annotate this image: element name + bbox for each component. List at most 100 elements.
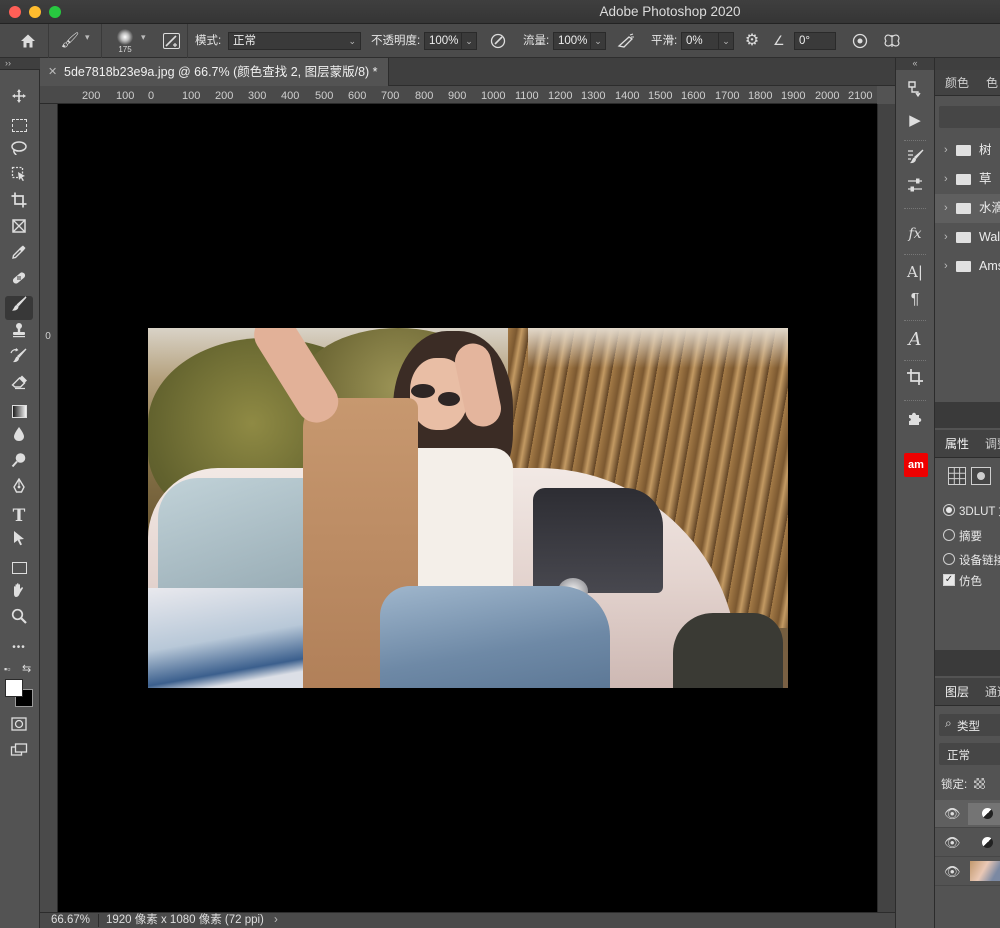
tab-color[interactable]: 颜色 <box>935 71 969 95</box>
move-tool-icon[interactable] <box>5 88 33 112</box>
blend-mode-select[interactable]: 正常 <box>939 743 1000 765</box>
crop-panel-icon[interactable] <box>902 368 928 394</box>
paragraph-panel-icon[interactable]: ¶ <box>902 287 928 313</box>
pressure-size-icon[interactable] <box>849 30 871 52</box>
folder-label: Wal <box>979 230 1000 244</box>
crop-tool-icon[interactable] <box>5 192 33 216</box>
actions-play-icon[interactable]: ▶ <box>902 108 928 134</box>
object-select-tool-icon[interactable] <box>5 166 33 190</box>
eraser-tool-icon[interactable] <box>5 374 33 398</box>
tab-swatches[interactable]: 色 <box>976 71 998 95</box>
ruler-tick-label: 1500 <box>648 90 673 102</box>
divider <box>48 24 49 58</box>
library-search-input[interactable] <box>939 106 1000 128</box>
lock-transparent-icon[interactable] <box>974 778 985 789</box>
layer-styles-fx-icon[interactable]: fx <box>902 221 928 247</box>
panel-collapse-toggle[interactable]: « <box>896 58 934 70</box>
adjustment-grid-icon[interactable] <box>948 467 966 485</box>
frame-tool-icon[interactable] <box>5 218 33 242</box>
eye-icon[interactable]: 👁 <box>944 835 961 851</box>
chevron-down-icon[interactable]: ▾ <box>85 32 90 43</box>
radio-3dlut[interactable] <box>943 504 955 516</box>
history-brush-tool-icon[interactable] <box>5 348 33 372</box>
layer-mask-icon[interactable] <box>971 467 991 485</box>
type-tool-icon[interactable]: T <box>5 504 33 528</box>
panel-collapse-toggle[interactable]: ›› <box>0 58 40 70</box>
zoom-tool-icon[interactable] <box>5 608 33 632</box>
plugin-puzzle-icon[interactable] <box>902 409 928 435</box>
mode-select[interactable]: 正常 ⌄ <box>228 32 361 50</box>
library-folder-row-selected[interactable]: › 水滴 <box>935 194 1000 223</box>
glyphs-panel-icon[interactable]: A <box>902 327 928 353</box>
dither-checkbox[interactable]: ✓ <box>943 574 955 586</box>
screen-mode-icon[interactable] <box>5 742 33 766</box>
radio-abstract[interactable] <box>943 529 955 541</box>
document-canvas[interactable] <box>58 104 877 912</box>
am-plugin-button[interactable]: am <box>904 453 928 477</box>
tab-adjustments[interactable]: 调整 <box>975 432 1000 456</box>
brush-preset-icon[interactable]: 🖌 <box>58 30 82 52</box>
opacity-label: 不透明度: <box>371 35 421 47</box>
brush-settings-icon[interactable] <box>163 33 180 49</box>
lasso-tool-icon[interactable] <box>5 140 33 164</box>
tab-properties[interactable]: 属性 <box>935 432 969 456</box>
gradient-tool-icon[interactable] <box>5 400 33 424</box>
app-title: Adobe Photoshop 2020 <box>599 4 741 19</box>
pressure-opacity-icon[interactable] <box>487 30 509 52</box>
zoom-level[interactable]: 66.67% <box>51 913 90 928</box>
marquee-tool-icon[interactable] <box>5 114 33 138</box>
airbrush-icon[interactable] <box>615 30 637 52</box>
symmetry-icon[interactable] <box>881 30 903 52</box>
smoothing-input[interactable]: 0% <box>681 32 719 50</box>
pen-tool-icon[interactable] <box>5 477 33 502</box>
smoothing-dropdown[interactable]: ⌄ <box>718 32 734 50</box>
angle-input[interactable]: 0° <box>794 32 836 50</box>
layer-row-selected[interactable]: 👁 <box>935 800 1000 828</box>
tab-layers[interactable]: 图层 <box>935 680 969 704</box>
default-colors-icon[interactable]: ▪▫ <box>4 664 10 674</box>
divider <box>187 24 188 58</box>
brush-tool-icon[interactable] <box>5 296 33 320</box>
opacity-input[interactable]: 100% <box>424 32 462 50</box>
library-folder-row[interactable]: › Ams <box>935 252 1000 281</box>
document-tab[interactable]: ✕ 5de7818b23e9a.jpg @ 66.7% (颜色查找 2, 图层蒙… <box>40 58 389 86</box>
dodge-tool-icon[interactable] <box>5 452 33 476</box>
blur-tool-icon[interactable] <box>5 426 33 450</box>
opacity-dropdown[interactable]: ⌄ <box>461 32 477 50</box>
adjustments-sliders-icon[interactable] <box>902 176 928 202</box>
home-icon[interactable] <box>16 30 40 52</box>
library-folder-row[interactable]: › 草 <box>935 165 1000 194</box>
gear-icon[interactable]: ⚙ <box>741 30 763 52</box>
ruler-tick-label: 1700 <box>715 90 740 102</box>
sunglasses-lens <box>438 392 460 406</box>
library-folder-row[interactable]: › 树 <box>935 136 1000 165</box>
brush-settings-panel-icon[interactable] <box>902 148 928 174</box>
layer-row[interactable]: 👁 <box>935 829 1000 857</box>
more-tools-icon[interactable]: ••• <box>5 636 33 660</box>
quick-mask-icon[interactable] <box>5 716 33 740</box>
layer-row[interactable]: 👁 <box>935 858 1000 886</box>
status-menu-arrow-icon[interactable]: › <box>274 913 278 928</box>
character-panel-icon[interactable]: A| <box>902 259 928 285</box>
foreground-color-swatch[interactable] <box>5 679 23 697</box>
rectangle-tool-icon[interactable] <box>5 556 33 580</box>
path-select-tool-icon[interactable] <box>5 530 33 554</box>
radio-device-link[interactable] <box>943 553 955 565</box>
layer-filter-select[interactable]: ⌕ 类型 <box>939 714 1000 736</box>
flow-dropdown[interactable]: ⌄ <box>590 32 606 50</box>
close-tab-icon[interactable]: ✕ <box>48 58 57 86</box>
vertical-scrollbar[interactable] <box>877 104 895 912</box>
eyedropper-tool-icon[interactable] <box>5 244 33 268</box>
hand-tool-icon[interactable] <box>5 582 33 606</box>
tab-channels[interactable]: 通道 <box>975 680 1000 704</box>
adjustment-icon <box>982 808 993 819</box>
eye-icon[interactable]: 👁 <box>944 806 961 822</box>
history-icon[interactable] <box>902 80 928 106</box>
clone-stamp-tool-icon[interactable] <box>5 322 33 346</box>
eye-icon[interactable]: 👁 <box>944 864 961 880</box>
flow-input[interactable]: 100% <box>553 32 591 50</box>
healing-brush-tool-icon[interactable] <box>5 270 33 294</box>
library-folder-row[interactable]: › Wal <box>935 223 1000 252</box>
swap-colors-icon[interactable]: ⇆ <box>22 662 31 675</box>
chevron-down-icon[interactable]: ▾ <box>141 32 146 43</box>
